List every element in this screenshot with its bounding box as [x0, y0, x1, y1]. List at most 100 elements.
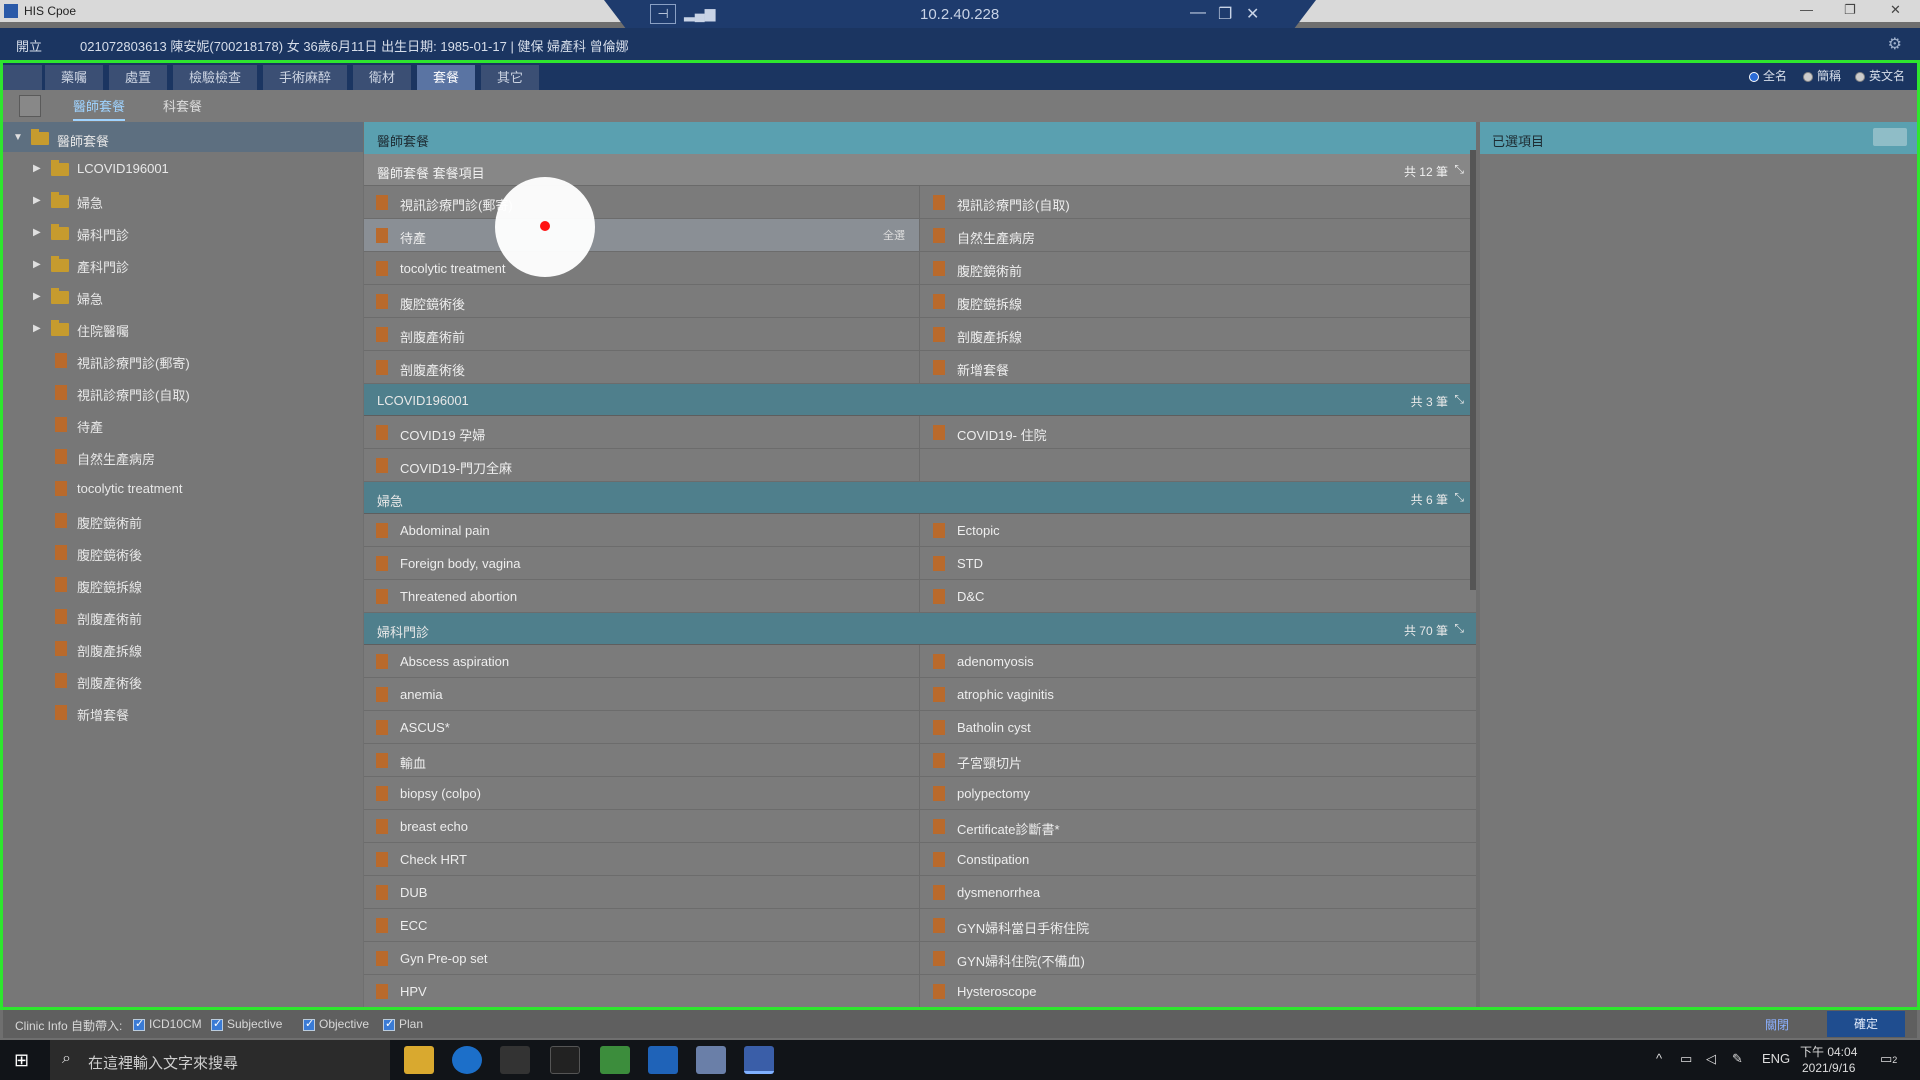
set-item[interactable]: 腹腔鏡術後	[364, 285, 920, 317]
tree-set-item[interactable]: 視訊診療門診(自取)	[3, 376, 363, 408]
expand-right-icon[interactable]: ▶	[33, 163, 41, 174]
set-item[interactable]: COVID19- 住院	[921, 416, 1476, 448]
name-mode-short[interactable]: 簡稱	[1803, 67, 1841, 84]
set-item[interactable]: D&C	[921, 580, 1476, 612]
collapse-icon[interactable]: ⤡	[1454, 490, 1464, 505]
collapse-icon[interactable]: ⤡	[1454, 162, 1464, 177]
language-indicator[interactable]: ENG	[1762, 1051, 1790, 1066]
name-mode-english[interactable]: 英文名	[1855, 67, 1905, 84]
set-item[interactable]: breast echo	[364, 810, 920, 842]
rd-close-icon[interactable]: ✕	[1246, 4, 1259, 24]
tree-folder-item[interactable]: ▶ 婦急	[3, 280, 363, 312]
tab-blank[interactable]	[3, 65, 43, 90]
set-item[interactable]: STD	[921, 547, 1476, 579]
set-item[interactable]: Abdominal pain	[364, 514, 920, 546]
tab-surgery-anesthesia[interactable]: 手術麻醉	[263, 65, 349, 90]
set-item[interactable]: ASCUS*	[364, 711, 920, 743]
close-button[interactable]: 關閉	[1765, 1016, 1789, 1033]
set-item[interactable]: Batholin cyst	[921, 711, 1476, 743]
close-icon[interactable]: ✕	[1890, 2, 1901, 18]
set-item[interactable]: 腹腔鏡術前	[921, 252, 1476, 284]
set-item[interactable]: anemia	[364, 678, 920, 710]
subtab-doctor-set[interactable]: 醫師套餐	[73, 96, 126, 121]
set-item[interactable]: adenomyosis	[921, 645, 1476, 677]
set-item[interactable]: Ectopic	[921, 514, 1476, 546]
expand-right-icon[interactable]: ▶	[33, 291, 41, 302]
tab-medication[interactable]: 藥囑	[45, 65, 105, 90]
section-header[interactable]: 婦科門診 共 70 筆 ⤡	[364, 613, 1476, 645]
set-item[interactable]: DUB	[364, 876, 920, 908]
set-item[interactable]: 自然生產病房	[921, 219, 1476, 251]
set-item[interactable]: 視訊診療門診(郵寄)	[364, 186, 920, 218]
set-item[interactable]: 待產 全選	[364, 219, 920, 251]
set-item[interactable]: 新增套餐	[921, 351, 1476, 383]
tree-folder-item[interactable]: ▶ 住院醫囑	[3, 312, 363, 344]
signal-icon[interactable]: ▂▄▆	[684, 5, 715, 22]
notification-icon[interactable]: ▭2	[1880, 1051, 1897, 1067]
collapse-icon[interactable]: ⤡	[1454, 621, 1464, 636]
tree-set-item[interactable]: 待產	[3, 408, 363, 440]
collapse-icon[interactable]: ⤡	[1454, 392, 1464, 407]
set-item[interactable]: Gyn Pre-op set	[364, 942, 920, 974]
set-item[interactable]: 剖腹產拆線	[921, 318, 1476, 350]
set-item[interactable]: Threatened abortion	[364, 580, 920, 612]
tree-set-item[interactable]: 腹腔鏡術後	[3, 536, 363, 568]
set-item[interactable]: Abscess aspiration	[364, 645, 920, 677]
tree-toggle-icon[interactable]	[19, 95, 41, 117]
clear-button[interactable]	[1873, 128, 1907, 146]
check-plan[interactable]: Plan	[383, 1017, 423, 1031]
expand-down-icon[interactable]: ▼	[13, 132, 23, 143]
rd-minimize-icon[interactable]: —	[1190, 4, 1206, 22]
rd-restore-icon[interactable]: ❐	[1218, 4, 1232, 24]
pin-icon[interactable]: ⊣	[650, 4, 676, 24]
set-item[interactable]: atrophic vaginitis	[921, 678, 1476, 710]
tree-set-item[interactable]: 剖腹產術前	[3, 600, 363, 632]
set-item[interactable]: Certificate診斷書*	[921, 810, 1476, 842]
set-item[interactable]: 視訊診療門診(自取)	[921, 186, 1476, 218]
scrollbar[interactable]	[1470, 150, 1476, 590]
set-item[interactable]: GYN婦科住院(不備血)	[921, 942, 1476, 974]
tree-set-item[interactable]: tocolytic treatment	[3, 472, 363, 504]
his-app-icon[interactable]	[744, 1046, 774, 1074]
restore-icon[interactable]: ❐	[1844, 2, 1856, 18]
media-app-icon[interactable]	[648, 1046, 678, 1074]
tab-other[interactable]: 其它	[481, 65, 541, 90]
set-item[interactable]: Check HRT	[364, 843, 920, 875]
expand-right-icon[interactable]: ▶	[33, 227, 41, 238]
tab-supplies[interactable]: 衛材	[353, 65, 413, 90]
tree-set-item[interactable]: 自然生產病房	[3, 440, 363, 472]
tree-set-item[interactable]: 剖腹產拆線	[3, 632, 363, 664]
open-order-button[interactable]: 開立	[16, 36, 42, 55]
set-item[interactable]: 剖腹產術前	[364, 318, 920, 350]
tree-set-item[interactable]: 腹腔鏡拆線	[3, 568, 363, 600]
tree-set-item[interactable]: 新增套餐	[3, 696, 363, 728]
tree-folder-item[interactable]: ▶ 產科門診	[3, 248, 363, 280]
windows-start-icon[interactable]: ⊞	[14, 1050, 29, 1071]
set-item[interactable]: COVID19-門刀全麻	[364, 449, 920, 481]
set-item[interactable]: polypectomy	[921, 777, 1476, 809]
tab-procedure[interactable]: 處置	[109, 65, 169, 90]
check-objective[interactable]: Objective	[303, 1017, 369, 1031]
internet-explorer-icon[interactable]	[452, 1046, 482, 1074]
set-item[interactable]: 子宮頸切片	[921, 744, 1476, 776]
select-all-button[interactable]: 全選	[883, 227, 905, 243]
gear-icon[interactable]: ⚙	[1888, 34, 1902, 54]
taskbar-search[interactable]: ⌕ 在這裡輸入文字來搜尋	[50, 1040, 390, 1080]
set-item[interactable]: Hysteroscope	[921, 975, 1476, 1007]
section-header[interactable]: 婦急 共 6 筆 ⤡	[364, 482, 1476, 514]
tree-root[interactable]: ▼ 醫師套餐	[3, 122, 363, 152]
set-item[interactable]: biopsy (colpo)	[364, 777, 920, 809]
tree-folder-item[interactable]: ▶ 婦科門診	[3, 216, 363, 248]
set-item[interactable]: Foreign body, vagina	[364, 547, 920, 579]
set-item[interactable]: tocolytic treatment	[364, 252, 920, 284]
app-icon-7[interactable]	[696, 1046, 726, 1074]
set-item[interactable]: 腹腔鏡拆線	[921, 285, 1476, 317]
set-item[interactable]: 剖腹產術後	[364, 351, 920, 383]
subtab-department-set[interactable]: 科套餐	[163, 96, 202, 115]
section-header[interactable]: LCOVID196001 共 3 筆 ⤡	[364, 384, 1476, 416]
set-item[interactable]: COVID19 孕婦	[364, 416, 920, 448]
tray-up-icon[interactable]: ^	[1656, 1051, 1662, 1066]
set-item[interactable]: Constipation	[921, 843, 1476, 875]
excel-app-icon[interactable]	[600, 1046, 630, 1074]
tree-folder-item[interactable]: ▶ 婦急	[3, 184, 363, 216]
